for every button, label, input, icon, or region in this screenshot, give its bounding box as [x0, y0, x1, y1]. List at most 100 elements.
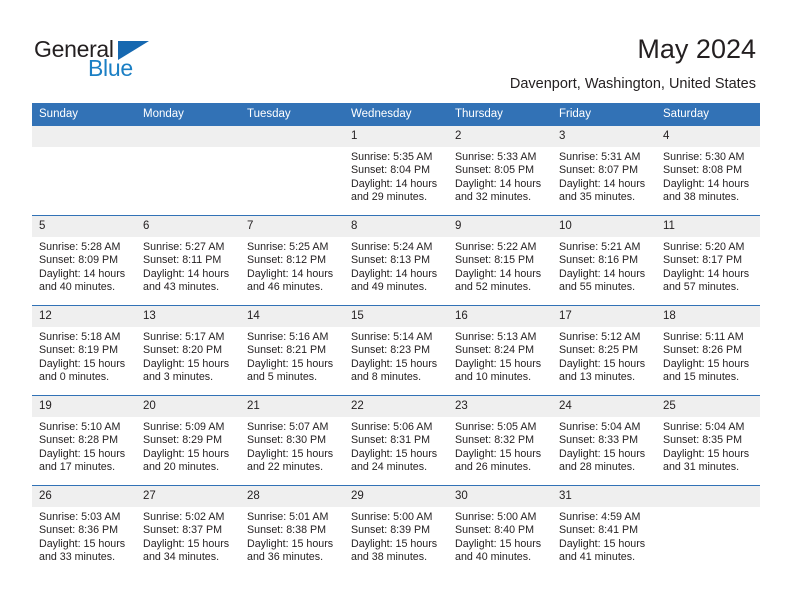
day-cell[interactable] — [136, 126, 240, 216]
day-cell[interactable]: 26 Sunrise: 5:03 AM Sunset: 8:36 PM Dayl… — [32, 485, 136, 575]
daylight-text-line1: Daylight: 14 hours — [663, 267, 750, 280]
day-cell[interactable]: 18 Sunrise: 5:11 AM Sunset: 8:26 PM Dayl… — [656, 305, 760, 396]
day-details: Sunrise: 5:17 AM Sunset: 8:20 PM Dayligh… — [136, 327, 240, 385]
day-cell[interactable]: 1 Sunrise: 5:35 AM Sunset: 8:04 PM Dayli… — [344, 126, 448, 216]
day-cell[interactable]: 3 Sunrise: 5:31 AM Sunset: 8:07 PM Dayli… — [552, 126, 656, 216]
day-number: 6 — [136, 216, 240, 237]
sunset-text: Sunset: 8:15 PM — [455, 254, 535, 267]
daylight-text-line1: Daylight: 15 hours — [351, 537, 438, 550]
day-cell[interactable]: 14 Sunrise: 5:16 AM Sunset: 8:21 PM Dayl… — [240, 305, 344, 396]
day-cell[interactable]: 25 Sunrise: 5:04 AM Sunset: 8:35 PM Dayl… — [656, 395, 760, 486]
day-details: Sunrise: 5:30 AM Sunset: 8:08 PM Dayligh… — [656, 147, 760, 205]
day-details: Sunrise: 5:18 AM Sunset: 8:19 PM Dayligh… — [32, 327, 136, 385]
day-cell[interactable] — [656, 485, 760, 575]
day-cell[interactable]: 27 Sunrise: 5:02 AM Sunset: 8:37 PM Dayl… — [136, 485, 240, 575]
day-cell[interactable]: 16 Sunrise: 5:13 AM Sunset: 8:24 PM Dayl… — [448, 305, 552, 396]
daylight-text-line2: and 22 minutes. — [247, 461, 324, 474]
daylight-text-line2: and 29 minutes. — [351, 191, 428, 204]
day-cell[interactable]: 9 Sunrise: 5:22 AM Sunset: 8:15 PM Dayli… — [448, 215, 552, 306]
day-cell[interactable] — [240, 126, 344, 216]
day-details: Sunrise: 5:27 AM Sunset: 8:11 PM Dayligh… — [136, 237, 240, 295]
day-number: 29 — [344, 486, 448, 507]
sunrise-sunset-calendar-table: Sunday Monday Tuesday Wednesday Thursday… — [32, 103, 760, 575]
daylight-text-line1: Daylight: 15 hours — [247, 537, 334, 550]
day-cell[interactable]: 8 Sunrise: 5:24 AM Sunset: 8:13 PM Dayli… — [344, 215, 448, 306]
day-cell[interactable]: 12 Sunrise: 5:18 AM Sunset: 8:19 PM Dayl… — [32, 305, 136, 396]
day-details — [656, 507, 760, 511]
day-cell[interactable]: 19 Sunrise: 5:10 AM Sunset: 8:28 PM Dayl… — [32, 395, 136, 486]
day-details: Sunrise: 5:16 AM Sunset: 8:21 PM Dayligh… — [240, 327, 344, 385]
day-details — [240, 147, 344, 151]
day-cell[interactable]: 2 Sunrise: 5:33 AM Sunset: 8:05 PM Dayli… — [448, 126, 552, 216]
daylight-text-line2: and 20 minutes. — [143, 461, 220, 474]
sunset-text: Sunset: 8:09 PM — [39, 254, 119, 267]
day-details: Sunrise: 5:14 AM Sunset: 8:23 PM Dayligh… — [344, 327, 448, 385]
day-details: Sunrise: 5:21 AM Sunset: 8:16 PM Dayligh… — [552, 237, 656, 295]
daylight-text-line1: Daylight: 15 hours — [351, 357, 438, 370]
daylight-text-line1: Daylight: 14 hours — [39, 267, 126, 280]
daylight-text-line2: and 24 minutes. — [351, 461, 428, 474]
calendar-week-row: 1 Sunrise: 5:35 AM Sunset: 8:04 PM Dayli… — [32, 126, 760, 216]
sunset-text: Sunset: 8:40 PM — [455, 524, 535, 537]
daylight-text-line1: Daylight: 15 hours — [39, 537, 126, 550]
sunrise-text: Sunrise: 5:28 AM — [39, 241, 121, 253]
daylight-text-line2: and 46 minutes. — [247, 281, 324, 294]
day-cell[interactable]: 21 Sunrise: 5:07 AM Sunset: 8:30 PM Dayl… — [240, 395, 344, 486]
day-cell[interactable]: 10 Sunrise: 5:21 AM Sunset: 8:16 PM Dayl… — [552, 215, 656, 306]
sunrise-text: Sunrise: 5:31 AM — [559, 151, 641, 163]
day-number: 19 — [32, 396, 136, 417]
sunrise-text: Sunrise: 5:05 AM — [455, 421, 537, 433]
day-number: 18 — [656, 306, 760, 327]
sunset-text: Sunset: 8:26 PM — [663, 344, 743, 357]
sunrise-text: Sunrise: 5:24 AM — [351, 241, 433, 253]
day-cell[interactable]: 7 Sunrise: 5:25 AM Sunset: 8:12 PM Dayli… — [240, 215, 344, 306]
sunset-text: Sunset: 8:30 PM — [247, 434, 327, 447]
day-cell[interactable] — [32, 126, 136, 216]
calendar-week-row: 26 Sunrise: 5:03 AM Sunset: 8:36 PM Dayl… — [32, 485, 760, 575]
day-cell[interactable]: 4 Sunrise: 5:30 AM Sunset: 8:08 PM Dayli… — [656, 126, 760, 216]
sunrise-text: Sunrise: 5:33 AM — [455, 151, 537, 163]
day-cell[interactable]: 6 Sunrise: 5:27 AM Sunset: 8:11 PM Dayli… — [136, 215, 240, 306]
weekday-header-saturday: Saturday — [656, 103, 760, 126]
daylight-text-line2: and 10 minutes. — [455, 371, 532, 384]
day-details: Sunrise: 5:28 AM Sunset: 8:09 PM Dayligh… — [32, 237, 136, 295]
day-cell[interactable]: 28 Sunrise: 5:01 AM Sunset: 8:38 PM Dayl… — [240, 485, 344, 575]
daylight-text-line2: and 15 minutes. — [663, 371, 740, 384]
weekday-header-monday: Monday — [136, 103, 240, 126]
sunrise-text: Sunrise: 5:07 AM — [247, 421, 329, 433]
generalblue-logo[interactable]: General Blue — [34, 36, 224, 86]
day-cell[interactable]: 11 Sunrise: 5:20 AM Sunset: 8:17 PM Dayl… — [656, 215, 760, 306]
day-cell[interactable]: 13 Sunrise: 5:17 AM Sunset: 8:20 PM Dayl… — [136, 305, 240, 396]
day-cell[interactable]: 30 Sunrise: 5:00 AM Sunset: 8:40 PM Dayl… — [448, 485, 552, 575]
day-details: Sunrise: 5:10 AM Sunset: 8:28 PM Dayligh… — [32, 417, 136, 475]
day-cell[interactable]: 5 Sunrise: 5:28 AM Sunset: 8:09 PM Dayli… — [32, 215, 136, 306]
sunrise-text: Sunrise: 5:11 AM — [663, 331, 744, 343]
day-cell[interactable]: 20 Sunrise: 5:09 AM Sunset: 8:29 PM Dayl… — [136, 395, 240, 486]
day-cell[interactable]: 31 Sunrise: 4:59 AM Sunset: 8:41 PM Dayl… — [552, 485, 656, 575]
day-cell[interactable]: 17 Sunrise: 5:12 AM Sunset: 8:25 PM Dayl… — [552, 305, 656, 396]
day-cell[interactable]: 29 Sunrise: 5:00 AM Sunset: 8:39 PM Dayl… — [344, 485, 448, 575]
sunrise-text: Sunrise: 5:06 AM — [351, 421, 433, 433]
calendar-week-row: 19 Sunrise: 5:10 AM Sunset: 8:28 PM Dayl… — [32, 395, 760, 486]
page-header: General Blue May 2024 Davenport, Washing… — [0, 0, 792, 103]
daylight-text-line2: and 5 minutes. — [247, 371, 318, 384]
daylight-text-line2: and 32 minutes. — [455, 191, 532, 204]
sunrise-text: Sunrise: 5:12 AM — [559, 331, 641, 343]
sunrise-text: Sunrise: 4:59 AM — [559, 511, 641, 523]
sunset-text: Sunset: 8:21 PM — [247, 344, 327, 357]
day-cell[interactable]: 23 Sunrise: 5:05 AM Sunset: 8:32 PM Dayl… — [448, 395, 552, 486]
sunrise-text: Sunrise: 5:16 AM — [247, 331, 329, 343]
daylight-text-line1: Daylight: 15 hours — [559, 447, 646, 460]
day-cell[interactable]: 15 Sunrise: 5:14 AM Sunset: 8:23 PM Dayl… — [344, 305, 448, 396]
sunset-text: Sunset: 8:24 PM — [455, 344, 535, 357]
day-number: 23 — [448, 396, 552, 417]
sunset-text: Sunset: 8:41 PM — [559, 524, 639, 537]
day-cell[interactable]: 22 Sunrise: 5:06 AM Sunset: 8:31 PM Dayl… — [344, 395, 448, 486]
daylight-text-line2: and 13 minutes. — [559, 371, 636, 384]
sunset-text: Sunset: 8:31 PM — [351, 434, 431, 447]
day-number: 26 — [32, 486, 136, 507]
day-cell[interactable]: 24 Sunrise: 5:04 AM Sunset: 8:33 PM Dayl… — [552, 395, 656, 486]
daylight-text-line2: and 0 minutes. — [39, 371, 110, 384]
calendar-body: 1 Sunrise: 5:35 AM Sunset: 8:04 PM Dayli… — [32, 126, 760, 575]
weekday-header-sunday: Sunday — [32, 103, 136, 126]
